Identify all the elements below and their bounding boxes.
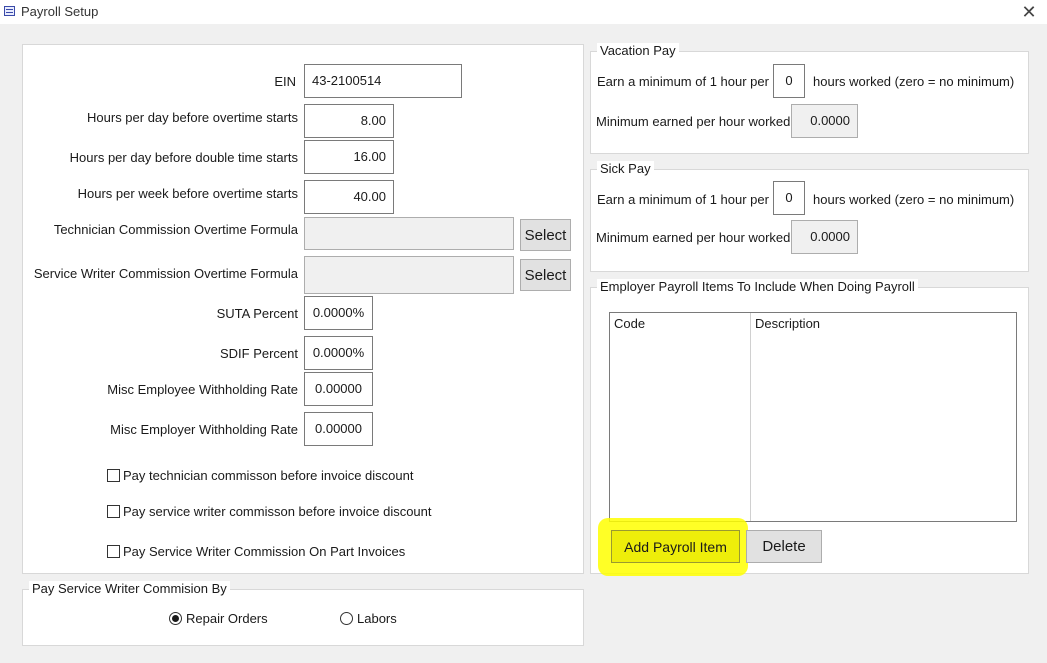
sw-formula-label: Service Writer Commission Overtime Formu… <box>33 266 298 281</box>
sdif-label: SDIF Percent <box>219 346 298 361</box>
tech-formula-select-button[interactable]: Select <box>520 219 571 251</box>
commission-by-title: Pay Service Writer Commision By <box>29 581 230 597</box>
hours-week-ot-label: Hours per week before overtime starts <box>77 186 298 201</box>
pay-tech-before-discount-checkbox[interactable] <box>107 469 120 482</box>
vacation-earn-label: Earn a minimum of 1 hour per <box>597 74 769 89</box>
column-separator <box>750 313 751 521</box>
suta-field[interactable]: 0.0000% <box>304 296 373 330</box>
ein-field[interactable]: 43-2100514 <box>304 64 462 98</box>
hours-day-ot-field[interactable]: 8.00 <box>304 104 394 138</box>
vacation-min-field[interactable]: 0.0000 <box>791 104 858 138</box>
app-window-icon <box>4 6 15 16</box>
tech-formula-field[interactable] <box>304 217 514 250</box>
vacation-hours-label: hours worked (zero = no minimum) <box>813 74 1015 89</box>
tech-formula-label: Technician Commission Overtime Formula <box>53 222 298 237</box>
hours-day-dt-label: Hours per day before double time starts <box>69 150 298 165</box>
delete-button[interactable]: Delete <box>746 530 822 563</box>
hours-week-ot-field[interactable]: 40.00 <box>304 180 394 214</box>
vacation-pay-title: Vacation Pay <box>597 43 679 59</box>
close-icon[interactable]: ✕ <box>1019 2 1039 22</box>
suta-label: SUTA Percent <box>216 306 298 321</box>
sw-formula-select-button[interactable]: Select <box>520 259 571 291</box>
column-header-code[interactable]: Code <box>614 316 645 332</box>
repair-orders-label: Repair Orders <box>186 611 268 626</box>
sick-min-field[interactable]: 0.0000 <box>791 220 858 254</box>
repair-orders-radio[interactable] <box>169 612 182 625</box>
title-bar: Payroll Setup ✕ <box>0 0 1047 24</box>
sick-earn-label: Earn a minimum of 1 hour per <box>597 192 769 207</box>
misc-employee-rate-label: Misc Employee Withholding Rate <box>107 382 298 397</box>
employer-items-list[interactable]: Code Description <box>609 312 1017 522</box>
misc-employer-rate-field[interactable]: 0.00000 <box>304 412 373 446</box>
sick-hours-label: hours worked (zero = no minimum) <box>813 192 1015 207</box>
vacation-earn-field[interactable]: 0 <box>773 64 805 98</box>
vacation-pay-group: Vacation Pay <box>590 43 1029 154</box>
commission-by-group: Pay Service Writer Commision By <box>22 581 584 646</box>
misc-employee-rate-field[interactable]: 0.00000 <box>304 372 373 406</box>
sw-formula-field[interactable] <box>304 256 514 294</box>
misc-employer-rate-label: Misc Employer Withholding Rate <box>110 422 298 437</box>
pay-sw-before-discount-checkbox[interactable] <box>107 505 120 518</box>
pay-sw-part-invoices-label: Pay Service Writer Commission On Part In… <box>123 544 406 559</box>
labors-label: Labors <box>357 611 397 626</box>
vacation-min-label: Minimum earned per hour worked <box>596 114 791 129</box>
add-payroll-item-button[interactable]: Add Payroll Item <box>611 530 740 563</box>
pay-sw-part-invoices-checkbox[interactable] <box>107 545 120 558</box>
sdif-field[interactable]: 0.0000% <box>304 336 373 370</box>
sick-earn-field[interactable]: 0 <box>773 181 805 215</box>
window-title: Payroll Setup <box>21 4 99 19</box>
sick-min-label: Minimum earned per hour worked <box>596 230 791 245</box>
hours-day-ot-label: Hours per day before overtime starts <box>87 110 298 125</box>
labors-radio[interactable] <box>340 612 353 625</box>
hours-day-dt-field[interactable]: 16.00 <box>304 140 394 174</box>
pay-sw-before-discount-label: Pay service writer commisson before invo… <box>123 504 432 519</box>
sick-pay-title: Sick Pay <box>597 161 654 177</box>
employer-items-title: Employer Payroll Items To Include When D… <box>597 279 918 295</box>
pay-tech-before-discount-label: Pay technician commisson before invoice … <box>123 468 414 483</box>
column-header-description[interactable]: Description <box>755 316 820 332</box>
ein-label: EIN <box>274 74 296 89</box>
